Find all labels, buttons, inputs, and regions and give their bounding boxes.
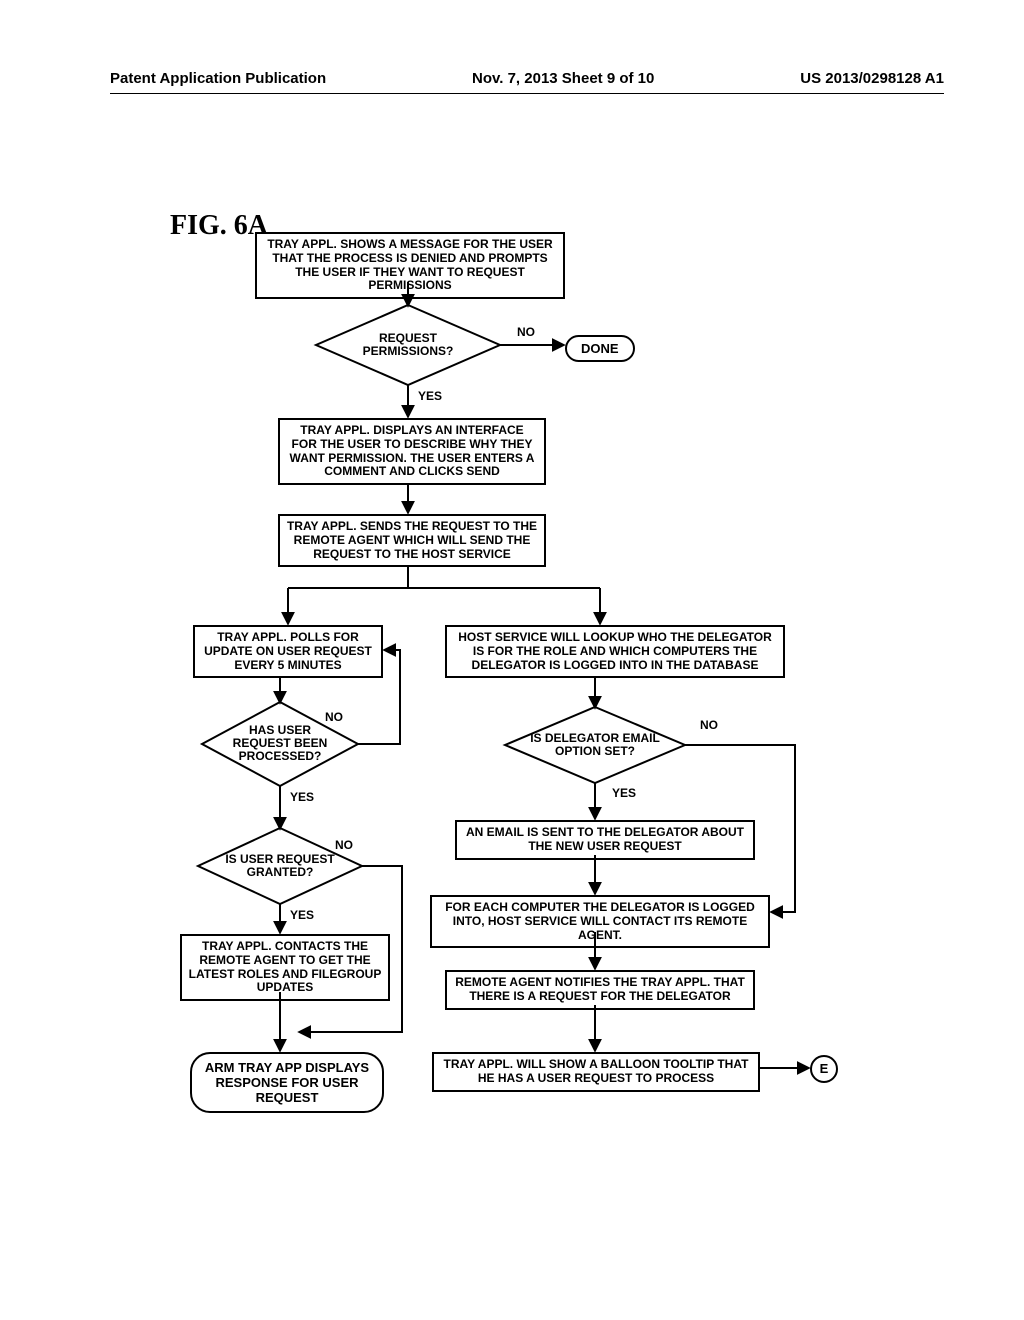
label-yes: YES — [612, 786, 636, 800]
box-display: ARM TRAY APP DISPLAYS RESPONSE FOR USER … — [190, 1052, 384, 1113]
header-left: Patent Application Publication — [110, 70, 326, 87]
connector-e: E — [810, 1055, 838, 1083]
diamond-label: IS DELEGATOR EMAIL OPTION SET? — [530, 732, 660, 758]
diamond-label: HAS USER REQUEST BEEN PROCESSED? — [225, 724, 335, 764]
box-send: TRAY APPL. SENDS THE REQUEST TO THE REMO… — [278, 514, 546, 567]
label-yes: YES — [290, 790, 314, 804]
box-notify: REMOTE AGENT NOTIFIES THE TRAY APPL. THA… — [445, 970, 755, 1010]
label-no: NO — [325, 710, 343, 724]
diamond-label: REQUEST PERMISSIONS? — [343, 332, 473, 358]
box-foreach: FOR EACH COMPUTER THE DELEGATOR IS LOGGE… — [430, 895, 770, 948]
figure-label: FIG. 6A — [170, 210, 268, 242]
header-right: US 2013/0298128 A1 — [800, 70, 944, 87]
terminal-done: DONE — [565, 335, 635, 362]
label-no: NO — [335, 838, 353, 852]
label-yes: YES — [290, 908, 314, 922]
label-yes: YES — [418, 389, 442, 403]
box-email: AN EMAIL IS SENT TO THE DELEGATOR ABOUT … — [455, 820, 755, 860]
label-no: NO — [700, 718, 718, 732]
box-poll: TRAY APPL. POLLS FOR UPDATE ON USER REQU… — [193, 625, 383, 678]
diamond-label: IS USER REQUEST GRANTED? — [220, 853, 340, 879]
header-center: Nov. 7, 2013 Sheet 9 of 10 — [472, 70, 654, 87]
box-start: TRAY APPL. SHOWS A MESSAGE FOR THE USER … — [255, 232, 565, 299]
header-rule — [110, 93, 944, 94]
box-lookup: HOST SERVICE WILL LOOKUP WHO THE DELEGAT… — [445, 625, 785, 678]
label-no: NO — [517, 325, 535, 339]
page: Patent Application Publication Nov. 7, 2… — [0, 0, 1024, 1320]
box-interface: TRAY APPL. DISPLAYS AN INTERFACE FOR THE… — [278, 418, 546, 485]
box-balloon: TRAY APPL. WILL SHOW A BALLOON TOOLTIP T… — [432, 1052, 760, 1092]
page-header: Patent Application Publication Nov. 7, 2… — [110, 70, 944, 87]
box-contacts: TRAY APPL. CONTACTS THE REMOTE AGENT TO … — [180, 934, 390, 1001]
